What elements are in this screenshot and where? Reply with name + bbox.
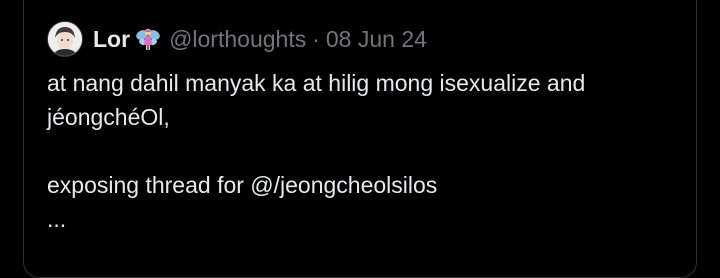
author-name[interactable]: Lor: [93, 26, 130, 53]
tweet-header: Lor @lorthoughts · 08 Jun 24: [47, 20, 427, 58]
fairy-emoji-icon: [135, 26, 161, 52]
truncation-ellipsis: ...: [47, 206, 67, 232]
tweet-text-line: jéongchéOl,: [47, 104, 170, 130]
separator-dot: ·: [312, 25, 320, 52]
tweet-date[interactable]: 08 Jun 24: [326, 26, 427, 53]
tweet-text-line: exposing thread for @/jeongcheolsilos: [47, 172, 438, 198]
author-handle[interactable]: @lorthoughts: [169, 26, 306, 53]
tweet-text-line: at nang dahil manyak ka at hilig mong is…: [47, 70, 586, 96]
tweet-text: at nang dahil manyak ka at hilig mong is…: [47, 66, 687, 236]
avatar[interactable]: [47, 21, 83, 57]
